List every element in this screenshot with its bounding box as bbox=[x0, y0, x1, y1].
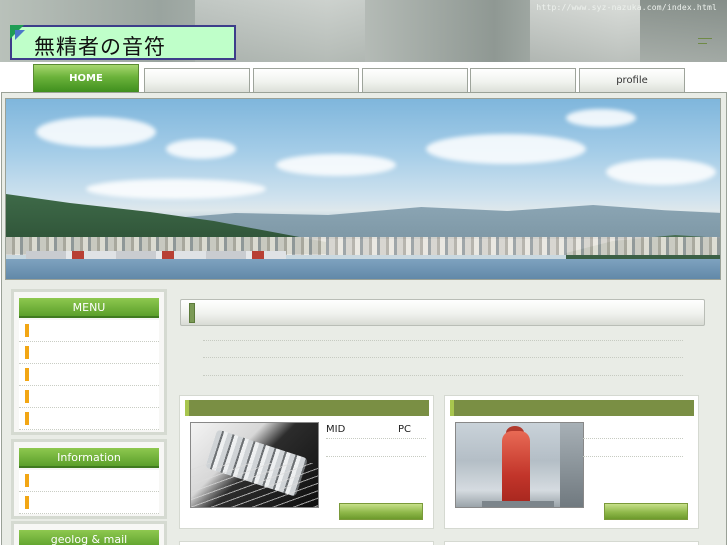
menu-heading: MENU bbox=[19, 298, 159, 318]
bullet-icon bbox=[25, 368, 29, 381]
card-header-strip bbox=[185, 400, 429, 416]
main-nav: HOME profile bbox=[0, 62, 727, 92]
tab-5[interactable] bbox=[470, 68, 576, 92]
bullet-icon bbox=[25, 346, 29, 359]
tab-3[interactable] bbox=[253, 68, 359, 92]
divider bbox=[203, 357, 683, 358]
bullet-icon bbox=[25, 496, 29, 509]
card-text-left: MID bbox=[326, 424, 346, 435]
bullet-icon bbox=[25, 324, 29, 337]
red-figure-photo[interactable] bbox=[455, 422, 584, 508]
card-more-button[interactable] bbox=[604, 503, 688, 520]
sidebar-menu-item[interactable] bbox=[19, 408, 159, 430]
sidebar-menu-item[interactable] bbox=[19, 386, 159, 408]
site-logo[interactable]: 無精者の音符 bbox=[10, 25, 236, 60]
sidebar-info-item[interactable] bbox=[19, 470, 159, 492]
content-card: MID PC bbox=[179, 395, 434, 529]
content-card-partial bbox=[179, 541, 434, 545]
divider bbox=[583, 438, 683, 439]
harbor-banner-image bbox=[5, 98, 721, 280]
sidebar-menu-item[interactable] bbox=[19, 364, 159, 386]
tab-4[interactable] bbox=[362, 68, 468, 92]
divider bbox=[583, 456, 683, 457]
tab-2[interactable] bbox=[144, 68, 250, 92]
menu-box: MENU bbox=[11, 289, 167, 435]
card-text-right: PC bbox=[398, 424, 412, 435]
bullet-icon bbox=[25, 474, 29, 487]
card-header-strip bbox=[450, 400, 694, 416]
geolog-heading[interactable]: geolog & mail bbox=[19, 530, 159, 545]
sidebar: MENU Information geolog & mail bbox=[11, 289, 167, 545]
card-more-button[interactable] bbox=[339, 503, 423, 520]
content-card bbox=[444, 395, 699, 529]
information-heading: Information bbox=[19, 448, 159, 468]
sidebar-menu-item[interactable] bbox=[19, 320, 159, 342]
sidebar-info-item[interactable] bbox=[19, 492, 159, 514]
bullet-icon bbox=[25, 390, 29, 403]
tab-profile[interactable]: profile bbox=[579, 68, 685, 92]
menu-toggle-icon[interactable] bbox=[698, 38, 712, 50]
divider bbox=[203, 340, 683, 341]
site-url: http://www.syz-nazuka.com/index.html bbox=[536, 3, 717, 12]
divider bbox=[203, 375, 683, 376]
guitar-bridge-photo[interactable] bbox=[190, 422, 319, 508]
title-notch-icon bbox=[189, 303, 195, 323]
bullet-icon bbox=[25, 412, 29, 425]
page: http://www.syz-nazuka.com/index.html 無精者… bbox=[0, 0, 727, 545]
content-card-partial bbox=[444, 541, 699, 545]
main-title-bar bbox=[180, 299, 705, 326]
site-header: http://www.syz-nazuka.com/index.html 無精者… bbox=[0, 0, 727, 62]
information-box: Information bbox=[11, 439, 167, 519]
divider bbox=[326, 438, 426, 439]
logo-title: 無精者の音符 bbox=[34, 35, 166, 59]
logo-corner-icon bbox=[15, 30, 25, 40]
divider bbox=[326, 456, 426, 457]
tab-home[interactable]: HOME bbox=[33, 64, 139, 92]
geolog-box: geolog & mail bbox=[11, 521, 167, 545]
sidebar-menu-item[interactable] bbox=[19, 342, 159, 364]
